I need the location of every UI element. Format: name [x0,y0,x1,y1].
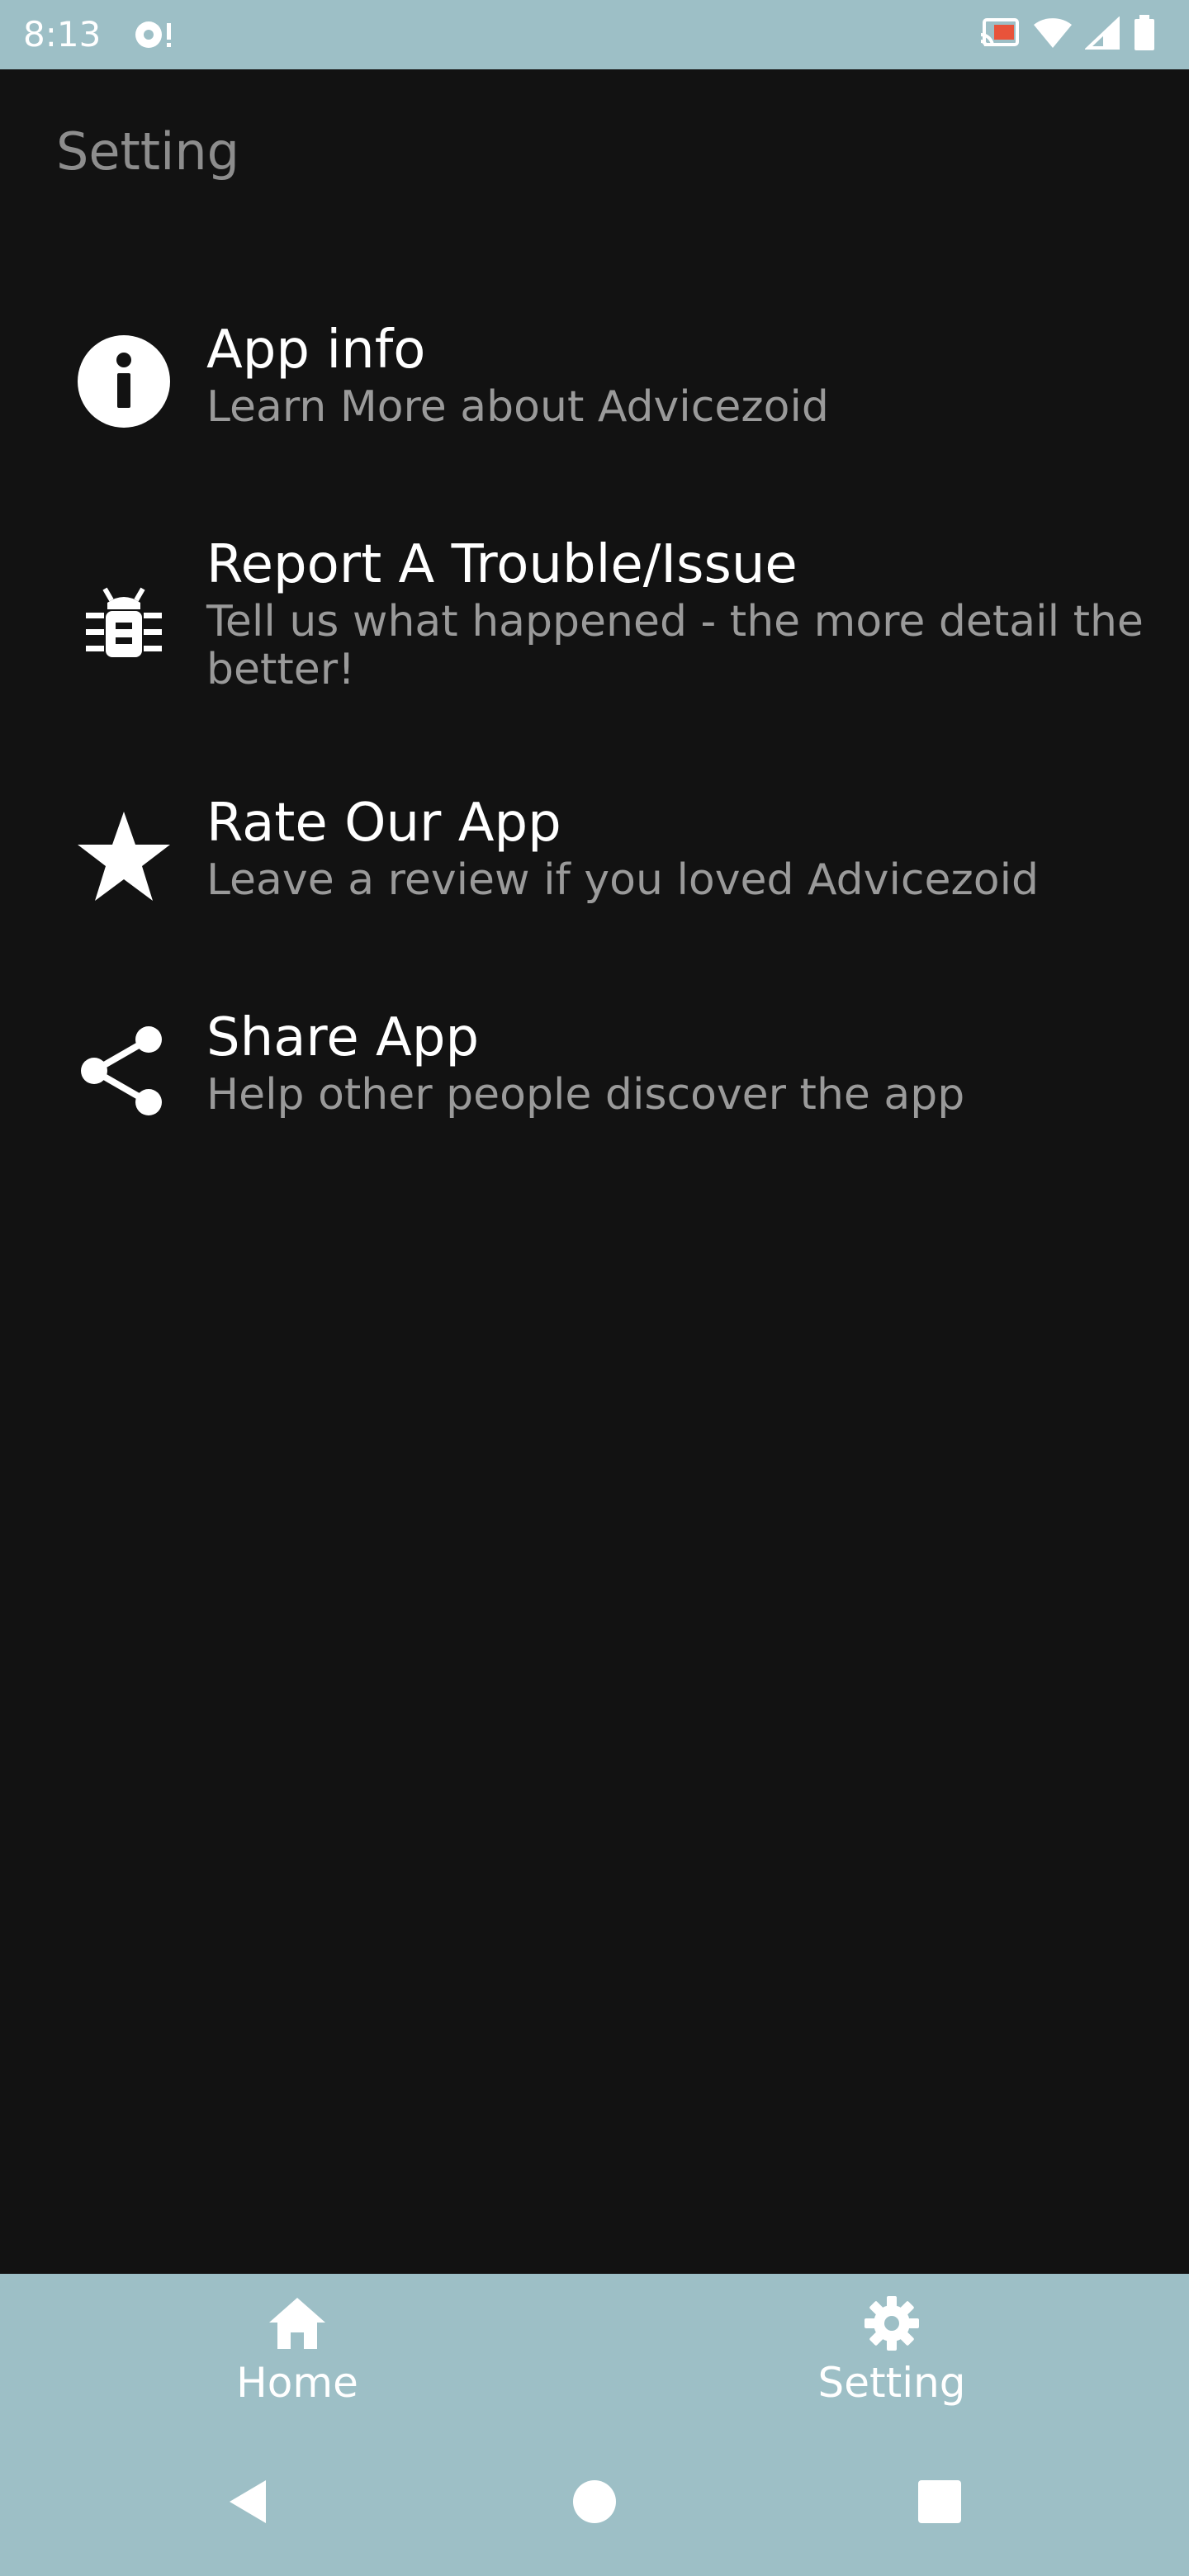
menu-item-report-issue[interactable]: Report A Trouble/Issue Tell us what happ… [0,532,1189,746]
back-icon[interactable] [206,2460,289,2543]
menu-item-subtitle: Tell us what happened - the more detail … [206,597,1144,694]
menu-item-app-info[interactable]: App info Learn More about Advicezoid [0,317,1189,482]
system-nav-bar [0,2427,1189,2576]
menu-item-subtitle: Leave a review if you loved Advicezoid [206,855,1040,905]
home-circle-icon[interactable] [553,2460,636,2543]
star-icon [76,808,172,904]
menu-item-share-app[interactable]: Share App Help other people discover the… [0,1005,1189,1170]
status-icons [979,15,1156,54]
recents-icon[interactable] [898,2460,981,2543]
info-icon [76,334,172,429]
gear-icon [859,2290,925,2356]
notification-icon [132,17,175,53]
menu-item-title: Share App [206,1007,480,1068]
menu-item-title: App info [206,320,426,381]
nav-label-setting: Setting [817,2359,966,2407]
menu-item-subtitle: Help other people discover the app [206,1070,965,1120]
home-icon [264,2290,330,2356]
nav-item-setting[interactable]: Setting [594,2274,1189,2427]
page-title: Setting [56,121,239,182]
battery-icon [1133,15,1156,54]
share-icon [76,1023,172,1119]
bottom-nav: Home Setting [0,2274,1189,2427]
menu-item-title: Rate Our App [206,793,561,854]
menu-item-subtitle: Learn More about Advicezoid [206,382,829,432]
nav-item-home[interactable]: Home [0,2274,594,2427]
nav-label-home: Home [236,2359,358,2407]
status-bar: 8:13 [0,0,1189,69]
cast-icon [979,17,1021,53]
menu-item-title: Report A Trouble/Issue [206,534,798,595]
menu-item-rate-app[interactable]: Rate Our App Leave a review if you loved… [0,790,1189,955]
signal-icon [1083,16,1121,53]
status-time: 8:13 [23,14,102,54]
bug-icon [76,573,172,669]
wifi-icon [1032,17,1073,53]
settings-screen: Setting App info Learn More about Advice… [0,69,1189,2274]
